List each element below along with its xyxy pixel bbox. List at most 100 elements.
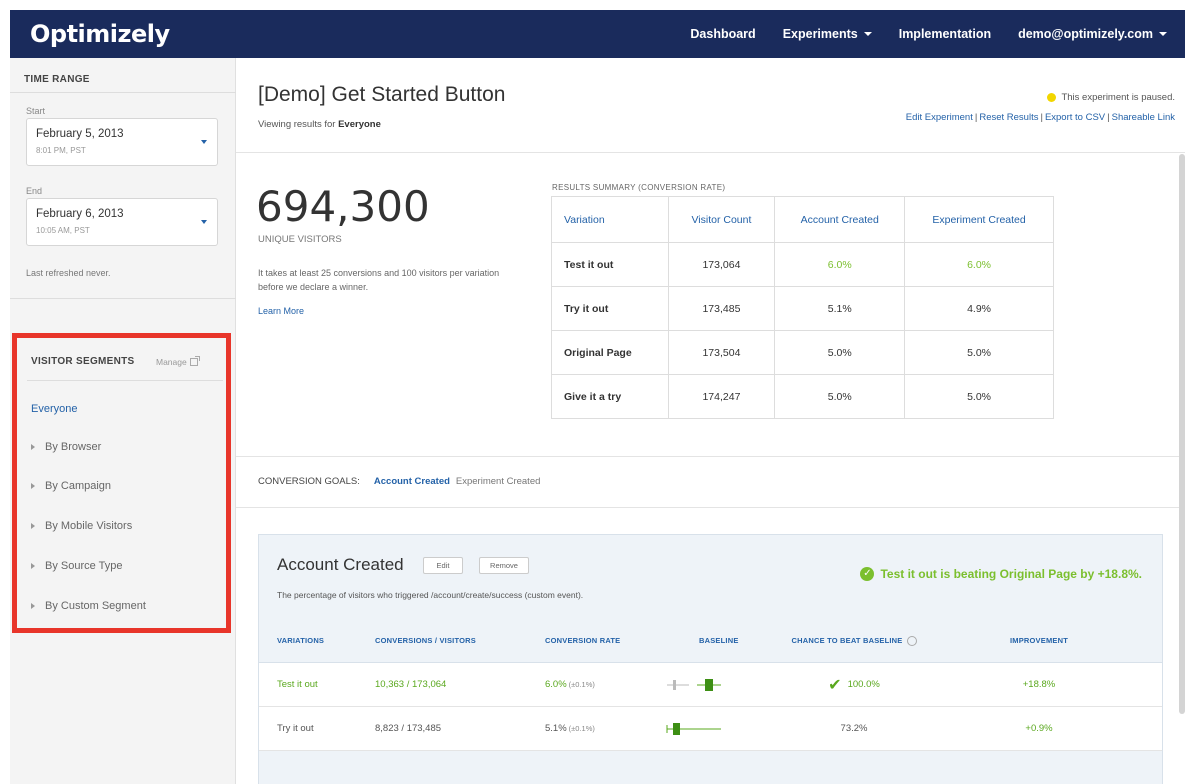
main-nav: Dashboard Experiments Implementation dem… bbox=[690, 10, 1185, 58]
results-summary-table: Variation Visitor Count Account Created … bbox=[551, 196, 1054, 419]
learn-more-link[interactable]: Learn More bbox=[258, 306, 304, 316]
variation-name: Try it out bbox=[277, 723, 314, 734]
divider bbox=[27, 380, 223, 381]
check-circle-icon: ✓ bbox=[860, 567, 875, 581]
chevron-right-icon bbox=[31, 444, 35, 450]
rate-interval: (±0.1%) bbox=[568, 680, 595, 689]
table-row: Test it out 173,064 6.0% 6.0% bbox=[551, 242, 1054, 287]
shareable-link[interactable]: Shareable Link bbox=[1112, 112, 1175, 123]
confidence-interval-chart bbox=[659, 707, 739, 750]
edit-experiment-link[interactable]: Edit Experiment bbox=[906, 112, 973, 123]
info-icon[interactable] bbox=[906, 635, 917, 646]
viewing-prefix: Viewing results for bbox=[258, 119, 336, 130]
confidence-interval-chart bbox=[659, 663, 739, 706]
column-header: Variation bbox=[551, 196, 669, 243]
table-header-row: Variation Visitor Count Account Created … bbox=[551, 196, 1054, 243]
chance-value: 73.2% bbox=[840, 723, 868, 734]
rate-interval: (±0.1%) bbox=[568, 724, 595, 733]
nav-dashboard[interactable]: Dashboard bbox=[690, 27, 755, 41]
scrollbar[interactable] bbox=[1179, 154, 1185, 714]
segment-everyone[interactable]: Everyone bbox=[31, 403, 77, 415]
start-date-picker[interactable]: February 5, 2013 8:01 PM, PST bbox=[26, 118, 218, 166]
chevron-right-icon bbox=[31, 523, 35, 529]
segment-label: By Browser bbox=[45, 441, 102, 453]
variation-name: Give it a try bbox=[551, 374, 669, 419]
segment-label: By Custom Segment bbox=[45, 600, 146, 612]
column-header: Visitor Count bbox=[667, 196, 776, 243]
segment-by-custom-segment[interactable]: By Custom Segment bbox=[31, 600, 146, 612]
sidebar: TIME RANGE Start February 5, 2013 8:01 P… bbox=[10, 58, 236, 784]
segment-label: By Campaign bbox=[45, 480, 112, 492]
page-title: [Demo] Get Started Button bbox=[258, 83, 506, 106]
segment-label: By Mobile Visitors bbox=[45, 520, 133, 532]
conversion-goals-label: CONVERSION GOALS: bbox=[258, 476, 360, 487]
goal-results-table: VARIATIONS CONVERSIONS / VISITORS CONVER… bbox=[259, 619, 1162, 751]
nav-experiments-dropdown[interactable]: Experiments bbox=[783, 27, 872, 41]
goal-description: The percentage of visitors who triggered… bbox=[277, 590, 584, 600]
column-header: IMPROVEMENT bbox=[1009, 636, 1069, 645]
goal-tab-account-created[interactable]: Account Created bbox=[374, 476, 450, 487]
main-content: [Demo] Get Started Button Viewing result… bbox=[236, 58, 1185, 784]
chance-value: 100.0% bbox=[847, 679, 880, 690]
conversion-rate: 5.1% (±0.1%) bbox=[545, 707, 595, 750]
export-csv-link[interactable]: Export to CSV bbox=[1045, 112, 1105, 123]
table-row: Try it out 173,485 5.1% 4.9% bbox=[551, 286, 1054, 331]
nav-implementation[interactable]: Implementation bbox=[899, 27, 991, 41]
column-header: CHANCE TO BEAT BASELINE bbox=[779, 619, 929, 662]
column-header: Experiment Created bbox=[904, 196, 1054, 243]
viewing-results-text: Viewing results for Everyone bbox=[258, 119, 381, 130]
column-header: BASELINE bbox=[699, 636, 739, 645]
goal-tab-experiment-created[interactable]: Experiment Created bbox=[456, 476, 540, 487]
segment-by-mobile-visitors[interactable]: By Mobile Visitors bbox=[31, 520, 132, 532]
chance-to-beat: ✔ 100.0% bbox=[779, 663, 929, 706]
start-date-value: February 5, 2013 bbox=[36, 128, 124, 140]
reset-results-link[interactable]: Reset Results bbox=[979, 112, 1038, 123]
rate-value: 5.1% bbox=[545, 723, 567, 734]
edit-goal-button[interactable]: Edit bbox=[423, 557, 463, 574]
column-header: Account Created bbox=[774, 196, 906, 243]
segment-by-browser[interactable]: By Browser bbox=[31, 441, 101, 453]
paused-status-dot-icon bbox=[1047, 93, 1057, 102]
account-created-rate: 5.1% bbox=[774, 286, 906, 331]
segment-by-campaign[interactable]: By Campaign bbox=[31, 480, 111, 492]
separator: | bbox=[1107, 112, 1110, 123]
divider bbox=[10, 92, 236, 93]
nav-implementation-label: Implementation bbox=[898, 27, 992, 41]
external-link-icon bbox=[189, 356, 200, 366]
variation-name: Test it out bbox=[551, 242, 669, 287]
experiment-status: This experiment is paused. bbox=[1047, 92, 1175, 103]
remove-goal-button[interactable]: Remove bbox=[479, 557, 529, 574]
visitor-segments-heading: VISITOR SEGMENTS bbox=[31, 356, 135, 367]
results-summary-heading: RESULTS SUMMARY (CONVERSION RATE) bbox=[552, 183, 726, 192]
chance-to-beat: 73.2% bbox=[779, 707, 929, 750]
account-menu[interactable]: demo@optimizely.com bbox=[1018, 27, 1167, 41]
chevron-right-icon bbox=[31, 483, 35, 489]
segment-by-source-type[interactable]: By Source Type bbox=[31, 560, 122, 572]
conversion-rate: 6.0% (±0.1%) bbox=[545, 663, 595, 706]
divider bbox=[236, 456, 1185, 457]
experiment-actions: Edit Experiment | Reset Results | Export to … bbox=[906, 112, 1175, 123]
visitor-count: 173,064 bbox=[667, 242, 776, 287]
caret-down-icon bbox=[863, 32, 872, 36]
caret-down-icon bbox=[1159, 32, 1167, 36]
optimizely-logo[interactable]: Optimizely bbox=[30, 20, 170, 48]
rate-value: 6.0% bbox=[545, 679, 567, 690]
manage-segments-link[interactable]: Manage bbox=[156, 356, 200, 367]
separator: | bbox=[1040, 112, 1043, 123]
experiment-created-rate: 4.9% bbox=[904, 286, 1054, 331]
column-header: VARIATIONS bbox=[277, 636, 325, 645]
start-time-value: 8:01 PM, PST bbox=[36, 146, 86, 155]
table-row: Test it out 10,363 / 173,064 6.0% (±0.1%)… bbox=[259, 663, 1162, 707]
end-date-picker[interactable]: February 6, 2013 10:05 AM, PST bbox=[26, 198, 218, 246]
nav-dashboard-label: Dashboard bbox=[690, 27, 756, 41]
conversions-visitors: 8,823 / 173,485 bbox=[375, 723, 442, 734]
chance-header-label: CHANCE TO BEAT BASELINE bbox=[791, 636, 903, 645]
start-label: Start bbox=[26, 106, 46, 116]
top-navbar: Optimizely Dashboard Experiments Impleme… bbox=[10, 10, 1185, 58]
end-time-value: 10:05 AM, PST bbox=[36, 226, 90, 235]
variation-name: Try it out bbox=[551, 286, 669, 331]
divider bbox=[236, 152, 1185, 153]
goal-results-card: Account Created Edit Remove The percenta… bbox=[258, 534, 1163, 784]
table-header-row: VARIATIONS CONVERSIONS / VISITORS CONVER… bbox=[259, 619, 1162, 663]
conversions-visitors: 10,363 / 173,064 bbox=[375, 679, 447, 690]
